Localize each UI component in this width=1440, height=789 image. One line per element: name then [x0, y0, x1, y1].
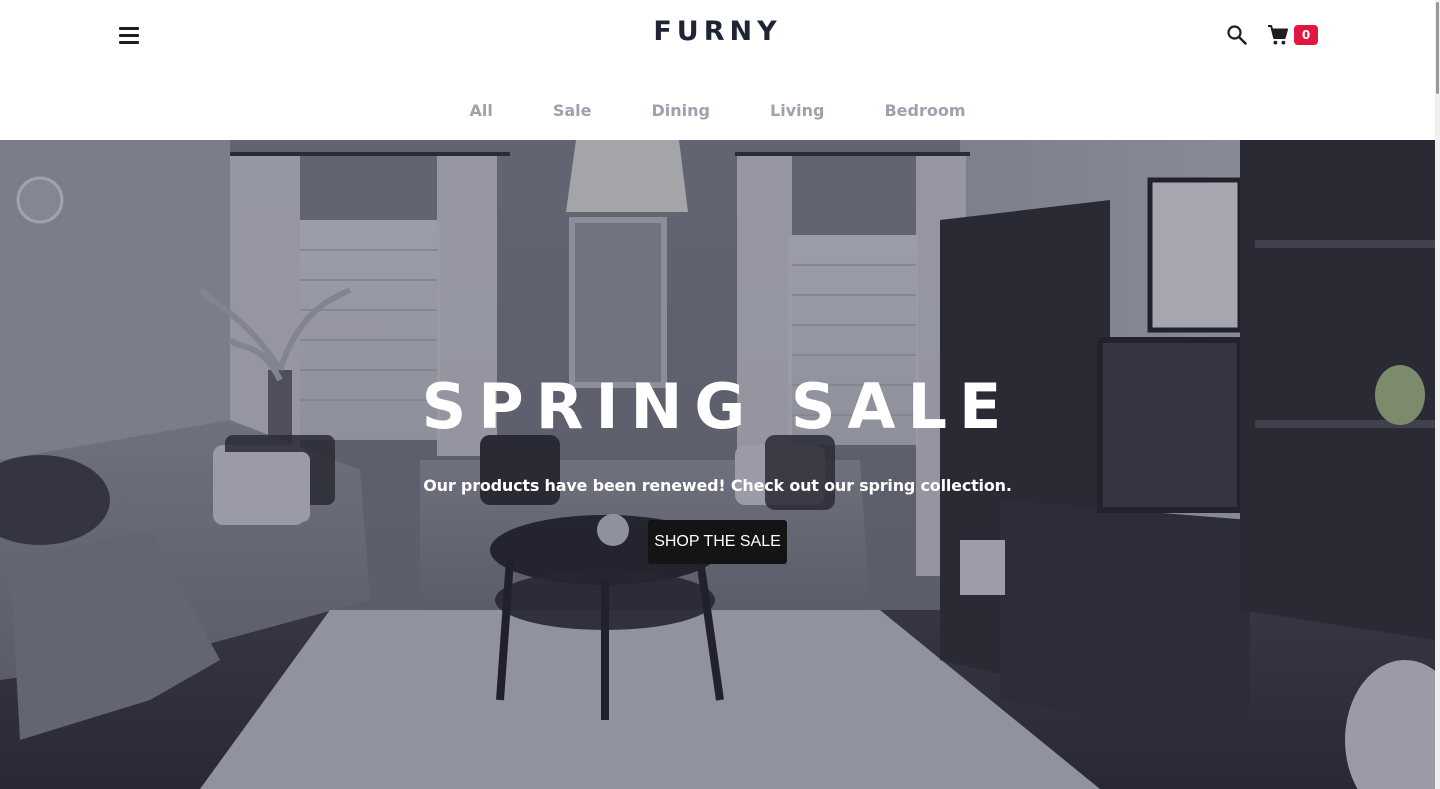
scrollbar-thumb[interactable] — [1436, 2, 1439, 94]
shop-the-sale-button[interactable]: SHOP THE SALE — [648, 520, 787, 564]
hero-overlay — [0, 140, 1435, 789]
hero-banner: SPRING SALE Our products have been renew… — [0, 140, 1435, 789]
category-dining[interactable]: Dining — [622, 96, 740, 126]
category-all[interactable]: All — [440, 96, 523, 126]
category-bedroom[interactable]: Bedroom — [854, 96, 995, 126]
site-header: FURNY 0 — [0, 0, 1435, 70]
shopping-cart-icon — [1268, 25, 1288, 45]
cart-count-badge: 0 — [1294, 25, 1318, 45]
category-nav: All Sale Dining Living Bedroom — [0, 96, 1435, 126]
search-icon[interactable] — [1226, 24, 1248, 46]
site-logo[interactable]: FURNY — [0, 16, 1435, 47]
hero-subtitle: Our products have been renewed! Check ou… — [423, 476, 1012, 495]
cart-button[interactable]: 0 — [1267, 23, 1321, 47]
page-scrollbar[interactable] — [1435, 0, 1440, 789]
category-sale[interactable]: Sale — [523, 96, 622, 126]
hero-title: SPRING SALE — [421, 370, 1014, 443]
category-living[interactable]: Living — [740, 96, 854, 126]
